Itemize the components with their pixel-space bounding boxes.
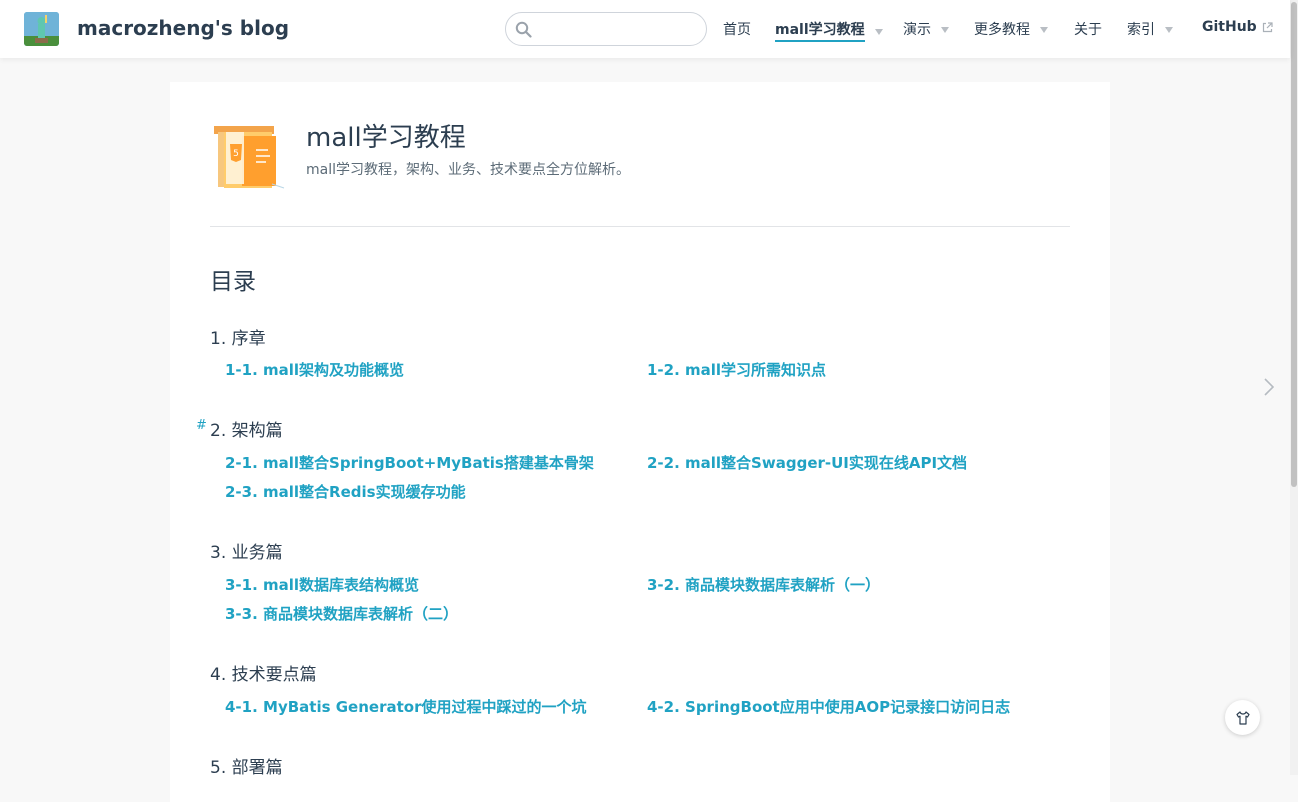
chevron-down-icon — [1165, 27, 1173, 33]
header-anchor[interactable]: # — [196, 418, 207, 433]
nav-item-more-tutorials[interactable]: 更多教程 — [974, 19, 1048, 39]
site-logo[interactable] — [24, 12, 59, 46]
scrollbar-thumb[interactable] — [1291, 2, 1297, 487]
nav-label: 索引 — [1127, 22, 1155, 38]
search-box[interactable] — [505, 12, 707, 46]
toc-link[interactable]: 4-1. MyBatis Generator使用过程中踩过的一个坑 — [225, 696, 586, 717]
toc-link[interactable]: 1-2. mall学习所需知识点 — [647, 359, 826, 380]
search-icon — [515, 21, 532, 38]
toc-link[interactable]: 3-1. mall数据库表结构概览 — [225, 574, 419, 595]
external-link-icon — [1262, 21, 1273, 32]
shirt-icon — [1235, 710, 1250, 725]
nav-label: 关于 — [1074, 22, 1102, 38]
chevron-down-icon — [874, 28, 883, 35]
toc-link[interactable]: 4-2. SpringBoot应用中使用AOP记录接口访问日志 — [647, 696, 1010, 717]
scrollbar[interactable] — [1290, 0, 1298, 775]
section-title: 5. 部署篇 — [210, 758, 283, 778]
content-card: 5 mall学习教程 mall学习教程，架构、业务、技术要点全方位解析。 目录 … — [170, 82, 1110, 802]
toc-link[interactable]: 1-1. mall架构及功能概览 — [225, 359, 404, 380]
chevron-down-icon — [941, 27, 949, 33]
divider — [210, 226, 1070, 227]
page-title: mall学习教程 — [306, 123, 466, 153]
nav-label: GitHub — [1202, 19, 1257, 35]
nav-label: 演示 — [903, 22, 931, 38]
section-title: 4. 技术要点篇 — [210, 665, 317, 685]
nav-item-index[interactable]: 索引 — [1127, 19, 1173, 39]
page-description: mall学习教程，架构、业务、技术要点全方位解析。 — [306, 162, 630, 178]
nav-label: mall学习教程 — [775, 19, 865, 42]
section-title: 3. 业务篇 — [210, 543, 283, 563]
top-navbar: macrozheng's blog 首页 mall学习教程 演示 更多教程 关于… — [0, 0, 1290, 58]
toc-link[interactable]: 3-3. 商品模块数据库表解析（二） — [225, 603, 458, 624]
nav-item-github[interactable]: GitHub — [1202, 19, 1273, 35]
nav-item-mall-tutorial[interactable]: mall学习教程 — [775, 19, 883, 42]
svg-text:5: 5 — [233, 149, 239, 159]
site-name[interactable]: macrozheng's blog — [77, 16, 289, 40]
chevron-down-icon — [1040, 27, 1048, 33]
chevron-right-icon[interactable] — [1262, 376, 1276, 398]
nav-label: 首页 — [723, 22, 751, 38]
section-title: 1. 序章 — [210, 329, 266, 349]
search-input[interactable] — [538, 17, 698, 41]
nav-item-about[interactable]: 关于 — [1074, 19, 1102, 39]
toc-link[interactable]: 2-2. mall整合Swagger-UI实现在线API文档 — [647, 452, 967, 473]
theme-button[interactable] — [1225, 700, 1260, 735]
section-title: 2. 架构篇 — [210, 421, 283, 441]
nav-label: 更多教程 — [974, 22, 1030, 38]
toc-link[interactable]: 2-1. mall整合SpringBoot+MyBatis搭建基本骨架 — [225, 452, 594, 473]
toc-heading: 目录 — [210, 269, 256, 295]
nav-item-home[interactable]: 首页 — [723, 19, 751, 39]
book-html-icon: 5 — [214, 126, 285, 189]
toc-link[interactable]: 3-2. 商品模块数据库表解析（一） — [647, 574, 880, 595]
toc-link[interactable]: 2-3. mall整合Redis实现缓存功能 — [225, 481, 466, 502]
nav-item-demo[interactable]: 演示 — [903, 19, 949, 39]
